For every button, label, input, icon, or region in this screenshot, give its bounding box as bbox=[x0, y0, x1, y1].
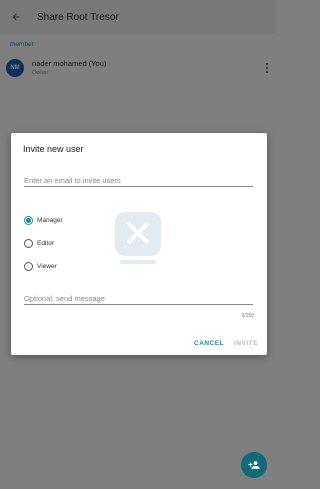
role-label-viewer: Viewer bbox=[37, 262, 57, 270]
dialog-title: Invite new user bbox=[23, 144, 84, 154]
role-label-editor: Editor bbox=[37, 239, 54, 247]
role-option-manager[interactable]: Manager bbox=[24, 214, 63, 226]
char-counter: 0/150 bbox=[241, 313, 254, 319]
watermark-logo-icon bbox=[115, 212, 161, 264]
add-person-icon bbox=[248, 461, 260, 469]
invite-user-dialog: Invite new user Manager Editor Viewer 0/… bbox=[11, 133, 267, 355]
radio-unchecked-icon[interactable] bbox=[24, 261, 33, 271]
role-label-manager: Manager bbox=[37, 216, 63, 224]
message-field[interactable] bbox=[24, 293, 253, 305]
add-member-fab[interactable] bbox=[241, 452, 267, 478]
role-option-viewer[interactable]: Viewer bbox=[24, 260, 57, 272]
radio-unchecked-icon[interactable] bbox=[24, 238, 33, 248]
radio-checked-icon[interactable] bbox=[24, 215, 33, 225]
cancel-button[interactable]: CANCEL bbox=[194, 340, 224, 347]
invite-button[interactable]: INVITE bbox=[234, 340, 258, 347]
email-field[interactable] bbox=[24, 175, 253, 187]
role-option-editor[interactable]: Editor bbox=[24, 237, 54, 249]
